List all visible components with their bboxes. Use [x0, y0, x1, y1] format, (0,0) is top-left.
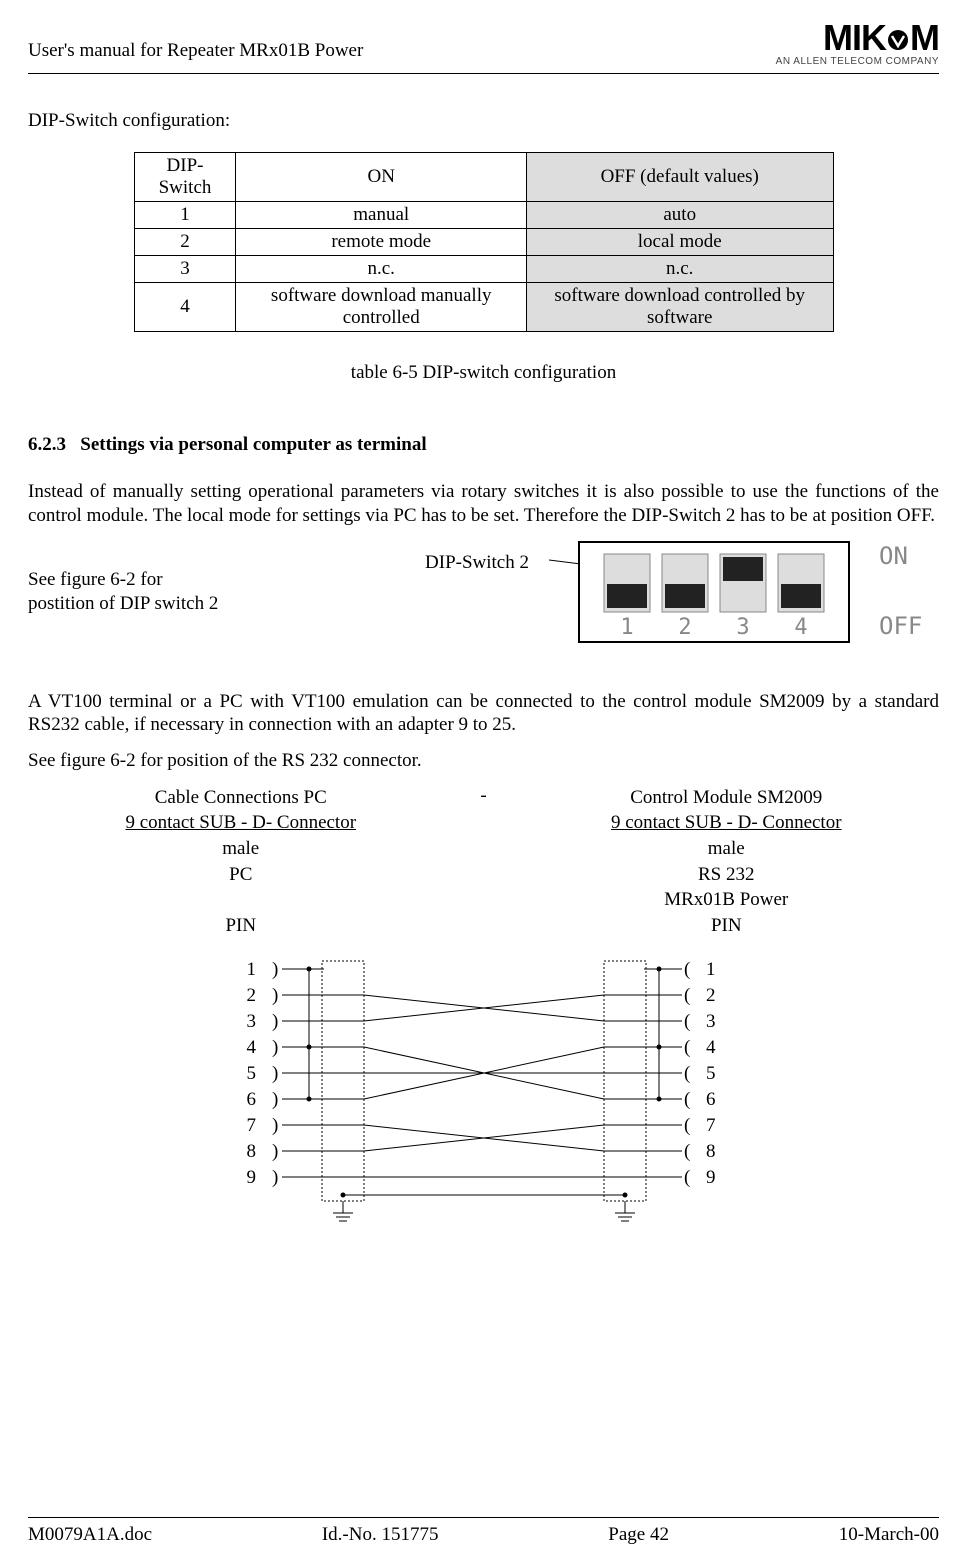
dip-see-text: See figure 6-2 forpostition of DIP switc…: [28, 568, 218, 617]
svg-text:(: (: [684, 1141, 690, 1162]
svg-text:7: 7: [706, 1115, 716, 1136]
page-footer: M0079A1A.doc Id.-No. 151775 Page 42 10-M…: [28, 1517, 939, 1546]
svg-text:7: 7: [246, 1115, 256, 1136]
svg-text:9: 9: [706, 1167, 716, 1188]
table-row: 2 remote mode local mode: [134, 229, 833, 256]
table-row: 1 manual auto: [134, 202, 833, 229]
footer-id: Id.-No. 151775: [322, 1524, 439, 1546]
connector-separator: -: [454, 785, 514, 939]
doc-title: User's manual for Repeater MRx01B Power: [28, 20, 363, 62]
svg-text:2: 2: [246, 985, 256, 1006]
logo-sub: AN ALLEN TELECOM COMPANY: [776, 56, 939, 67]
dip-switch-table: DIP-Switch ON OFF (default values) 1 man…: [134, 152, 834, 332]
svg-text:2: 2: [678, 615, 691, 640]
svg-text:): ): [272, 985, 278, 1006]
svg-text:4: 4: [246, 1037, 256, 1058]
svg-text:(: (: [684, 985, 690, 1006]
dip-switch-figure: See figure 6-2 forpostition of DIP switc…: [28, 540, 939, 670]
svg-text:4: 4: [794, 615, 807, 640]
svg-text:3: 3: [246, 1011, 256, 1032]
footer-page: Page 42: [608, 1524, 669, 1546]
svg-text:): ): [272, 1089, 278, 1110]
connector-left-col: Cable Connections PC 9 contact SUB - D- …: [28, 785, 454, 939]
svg-text:(: (: [684, 1037, 690, 1058]
intro-text: DIP-Switch configuration:: [28, 110, 939, 132]
paragraph: A VT100 terminal or a PC with VT100 emul…: [28, 690, 939, 738]
table-header-row: DIP-Switch ON OFF (default values): [134, 153, 833, 202]
th-off: OFF (default values): [526, 153, 833, 202]
svg-text:3: 3: [736, 615, 749, 640]
svg-text:OFF: OFF: [879, 612, 922, 640]
paragraph: Instead of manually setting operational …: [28, 480, 939, 528]
svg-text:(: (: [684, 1089, 690, 1110]
svg-text:8: 8: [706, 1141, 716, 1162]
svg-text:): ): [272, 1037, 278, 1058]
svg-text:8: 8: [246, 1141, 256, 1162]
connector-right-col: Control Module SM2009 9 contact SUB - D-…: [514, 785, 940, 939]
svg-text:4: 4: [706, 1037, 716, 1058]
paragraph: See figure 6-2 for position of the RS 23…: [28, 749, 939, 773]
svg-text:): ): [272, 1167, 278, 1188]
svg-text:(: (: [684, 1167, 690, 1188]
svg-text:5: 5: [706, 1063, 716, 1084]
svg-text:1: 1: [246, 959, 256, 980]
svg-text:1: 1: [706, 959, 716, 980]
logo-main: MIKM: [776, 20, 939, 56]
svg-text:(: (: [684, 1063, 690, 1084]
table-row: 3 n.c. n.c.: [134, 256, 833, 283]
dip-switch-label: DIP-Switch 2: [425, 552, 529, 574]
svg-text:3: 3: [706, 1011, 716, 1032]
svg-text:): ): [272, 959, 278, 980]
svg-text:): ): [272, 1011, 278, 1032]
svg-text:): ): [272, 1063, 278, 1084]
svg-text:(: (: [684, 1011, 690, 1032]
th-dipswitch: DIP-Switch: [134, 153, 236, 202]
table-caption: table 6-5 DIP-switch configuration: [28, 362, 939, 384]
svg-text:1: 1: [620, 615, 633, 640]
svg-text:9: 9: [246, 1167, 256, 1188]
svg-text:(: (: [684, 1115, 690, 1136]
logo: MIKM AN ALLEN TELECOM COMPANY: [776, 20, 939, 67]
svg-text:): ): [272, 1115, 278, 1136]
svg-text:6: 6: [246, 1089, 256, 1110]
footer-date: 10-March-00: [839, 1524, 939, 1546]
svg-text:6: 6: [706, 1089, 716, 1110]
footer-file: M0079A1A.doc: [28, 1524, 152, 1546]
svg-text:2: 2: [706, 985, 716, 1006]
svg-text:ON: ON: [879, 542, 908, 570]
svg-text:): ): [272, 1141, 278, 1162]
table-row: 4 software download manually controlled …: [134, 283, 833, 332]
page-header: User's manual for Repeater MRx01B Power …: [28, 20, 939, 74]
dip-switch-icon: 1 2 3 4 ON OFF: [549, 540, 939, 661]
svg-text:(: (: [684, 959, 690, 980]
section-heading: 6.2.3 Settings via personal computer as …: [28, 434, 939, 456]
th-on: ON: [236, 153, 526, 202]
svg-text:5: 5: [246, 1063, 256, 1084]
pin-diagram: 1) 2) 3) 4) 5) 6) 7) 8) 9) (1 (2 (3 (4 (…: [124, 949, 844, 1229]
connector-header: Cable Connections PC 9 contact SUB - D- …: [28, 785, 939, 939]
